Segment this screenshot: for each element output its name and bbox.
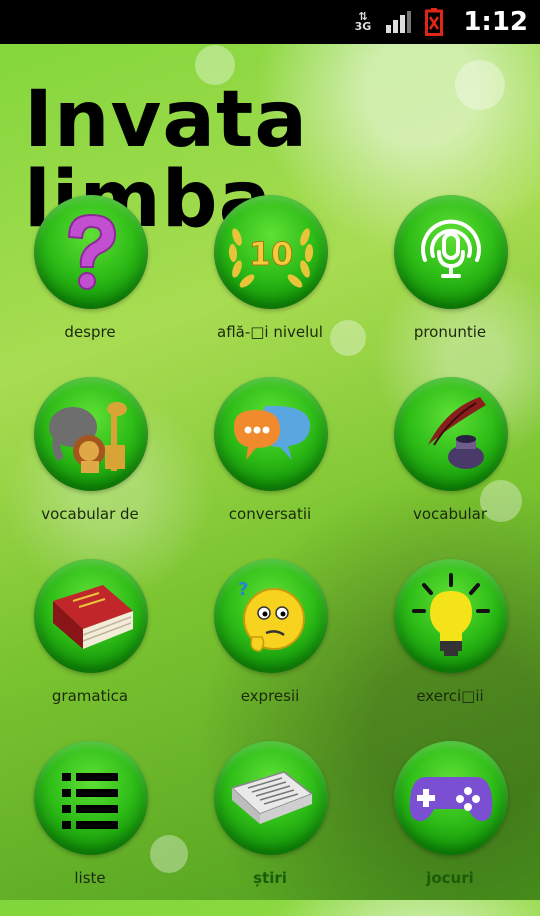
laurel-10-icon: 10 [228, 228, 314, 288]
signal-icon [386, 11, 412, 33]
menu-item-vocabular-de[interactable]: vocabular de [0, 372, 180, 552]
newspaper-icon [230, 771, 314, 824]
microphone-icon [421, 219, 481, 278]
menu-item-exercitii[interactable]: exerci□ii [360, 554, 540, 734]
menu-item-label: vocabular [412, 505, 488, 523]
menu-button-circle[interactable] [394, 377, 508, 491]
book-icon [53, 585, 133, 649]
menu-button-circle[interactable] [34, 559, 148, 673]
network-type: 3G [354, 20, 372, 33]
quill-ink-icon [428, 397, 486, 469]
menu-item-label: conversatii [228, 505, 312, 523]
menu-item-label: jocuri [426, 869, 474, 887]
animals-icon [49, 402, 127, 473]
menu-button-circle[interactable] [214, 377, 328, 491]
svg-text:10: 10 [249, 235, 294, 273]
svg-text:?: ? [238, 579, 248, 600]
menu-item-label: află-□i nivelul [217, 323, 323, 341]
question-icon [67, 213, 117, 290]
gamepad-icon [409, 777, 493, 821]
status-bar: ⇅ 3G 1:12 [0, 0, 540, 44]
menu-item-label: pronuntie [413, 323, 487, 341]
menu-item-label: expresii [240, 687, 300, 705]
lightbulb-icon [412, 573, 490, 656]
clock: 1:12 [463, 7, 528, 37]
menu-item-label: gramatica [51, 687, 129, 705]
menu-item-stiri[interactable]: știri [180, 736, 360, 916]
list-icon [62, 773, 118, 829]
menu-button-circle[interactable] [34, 741, 148, 855]
menu-button-circle[interactable] [34, 377, 148, 491]
menu-grid: despre 10 află-□i nivelul pronuntie voca… [0, 190, 540, 900]
menu-button-circle[interactable] [214, 741, 328, 855]
menu-item-label: liste [74, 869, 106, 887]
menu-button-circle[interactable]: 10 [214, 195, 328, 309]
menu-item-pronuntie[interactable]: pronuntie [360, 190, 540, 370]
network-icon: ⇅ 3G [354, 11, 372, 33]
menu-item-label: exerci□ii [416, 687, 484, 705]
battery-empty-icon [425, 8, 444, 36]
menu-item-expresii[interactable]: ? expresii [180, 554, 360, 734]
menu-item-liste[interactable]: liste [0, 736, 180, 916]
menu-item-label: despre [64, 323, 116, 341]
menu-button-circle[interactable] [394, 741, 508, 855]
menu-item-label: știri [253, 869, 287, 887]
thinking-face-icon: ? [238, 579, 305, 652]
menu-button-circle[interactable]: ? [214, 559, 328, 673]
menu-button-circle[interactable] [34, 195, 148, 309]
menu-item-label: vocabular de [41, 505, 139, 523]
menu-item-conversatii[interactable]: conversatii [180, 372, 360, 552]
menu-item-afla-nivelul[interactable]: 10 află-□i nivelul [180, 190, 360, 370]
speech-bubbles-icon [234, 405, 311, 460]
menu-button-circle[interactable] [394, 559, 508, 673]
menu-item-jocuri[interactable]: jocuri [360, 736, 540, 916]
menu-item-despre[interactable]: despre [0, 190, 180, 370]
menu-item-gramatica[interactable]: gramatica [0, 554, 180, 734]
menu-item-vocabular[interactable]: vocabular [360, 372, 540, 552]
menu-button-circle[interactable] [394, 195, 508, 309]
